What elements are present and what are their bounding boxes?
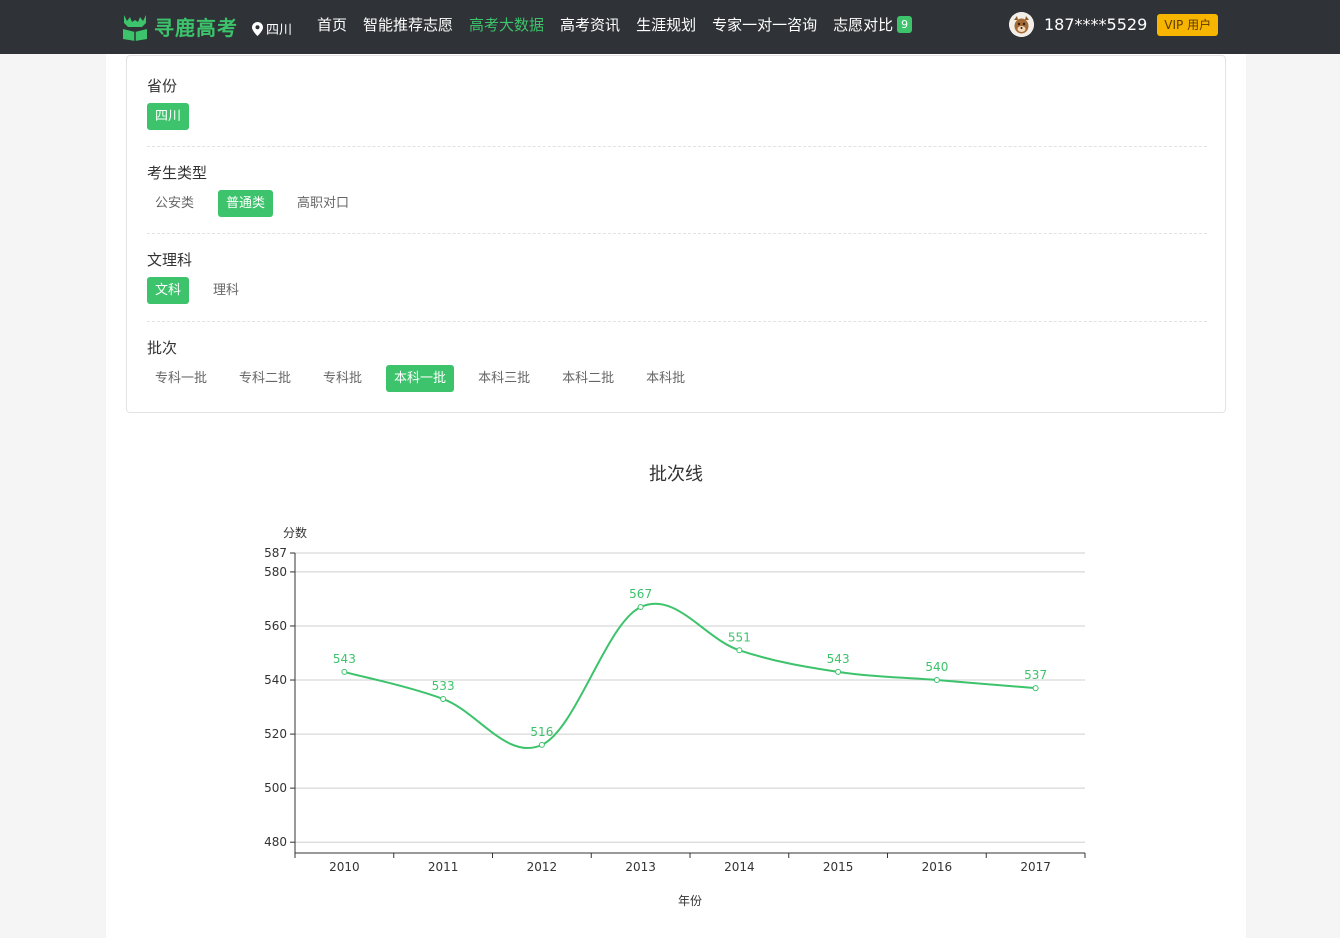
filter-batch: 批次 专科一批 专科二批 专科批 本科一批 本科三批 本科二批 本科批 (147, 338, 1207, 398)
data-label: 543 (827, 652, 850, 666)
x-tick-label: 2015 (823, 860, 854, 874)
filter-title: 文理科 (147, 251, 193, 269)
chart-title: 批次线 (649, 464, 703, 485)
y-tick-label: 560 (264, 619, 287, 633)
data-label: 567 (629, 587, 652, 601)
chip-batch-benke-2[interactable]: 本科二批 (554, 365, 622, 392)
x-tick-label: 2014 (724, 860, 755, 874)
data-point (341, 668, 348, 675)
filter-title: 批次 (147, 339, 178, 357)
nav-big-data[interactable]: 高考大数据 (469, 14, 544, 36)
data-point (440, 695, 447, 702)
chip-police[interactable]: 公安类 (147, 190, 202, 217)
chip-province-sichuan[interactable]: 四川 (147, 103, 190, 130)
chip-vocational[interactable]: 高职对口 (289, 190, 357, 217)
nav-compare-label: 志愿对比 (833, 16, 894, 34)
chip-science[interactable]: 理科 (205, 277, 247, 304)
chip-liberal-arts[interactable]: 文科 (147, 277, 190, 304)
chip-batch-zhuanke[interactable]: 专科批 (315, 365, 370, 392)
x-tick-label: 2011 (428, 860, 459, 874)
user-phone: 187****5529 (1044, 15, 1148, 34)
nav-compare[interactable]: 志愿对比 9 (833, 14, 913, 36)
x-tick-label: 2013 (625, 860, 656, 874)
deer-book-icon (123, 15, 147, 41)
chip-batch-benke-1[interactable]: 本科一批 (386, 365, 455, 392)
data-label: 540 (925, 660, 948, 674)
nav-expert-consult[interactable]: 专家一对一咨询 (712, 14, 817, 36)
data-label: 516 (530, 725, 553, 739)
top-navbar: 寻鹿高考 四川 首页 智能推荐志愿 高考大数据 高考资讯 生涯规划 专家一对一咨… (0, 0, 1340, 54)
series-line (344, 602, 1036, 749)
data-point (736, 647, 743, 654)
filter-province: 省份 四川 (147, 76, 1207, 147)
data-point (835, 668, 842, 675)
y-tick-label: 500 (264, 781, 287, 795)
x-axis-title: 年份 (678, 894, 702, 908)
y-tick-label: 580 (264, 565, 287, 579)
data-label: 551 (728, 630, 751, 644)
chip-batch-zhuanke-1[interactable]: 专科一批 (147, 365, 215, 392)
data-point (538, 741, 545, 748)
data-label: 537 (1024, 668, 1047, 682)
chip-batch-benke[interactable]: 本科批 (638, 365, 693, 392)
x-tick-label: 2016 (922, 860, 953, 874)
map-pin-icon (252, 21, 263, 36)
y-tick-label: 520 (264, 727, 287, 741)
chart-section: 480 500 520 540 560 580 587 2010 2011 2012 2013 201… (106, 452, 1246, 938)
filter-title: 省份 (147, 77, 178, 95)
chip-regular[interactable]: 普通类 (218, 190, 274, 217)
data-point (1032, 685, 1039, 692)
user-avatar[interactable] (1009, 12, 1034, 37)
filter-subject: 文理科 文科 理科 (147, 250, 1207, 322)
x-tick-label: 2017 (1020, 860, 1051, 874)
y-tick-label: 587 (264, 546, 287, 560)
nav-smart-recommend[interactable]: 智能推荐志愿 (363, 14, 453, 36)
y-tick-label: 480 (264, 835, 287, 849)
data-point (637, 604, 644, 611)
compare-count-badge: 9 (897, 16, 913, 33)
nav-career-planning[interactable]: 生涯规划 (636, 14, 696, 36)
brand-logo[interactable]: 寻鹿高考 (120, 10, 238, 42)
location-selector[interactable]: 四川 (252, 19, 292, 38)
filter-panel: 省份 四川 考生类型 公安类 普通类 高职对口 文理科 文科 理科 批次 专科一… (126, 55, 1226, 413)
user-menu[interactable]: 187****5529 VIP 用户 (1009, 12, 1219, 37)
location-label: 四川 (266, 23, 293, 38)
data-point (933, 677, 940, 684)
data-label: 533 (432, 679, 455, 693)
filter-student-type: 考生类型 公安类 普通类 高职对口 (147, 163, 1207, 234)
main-nav: 首页 智能推荐志愿 高考大数据 高考资讯 生涯规划 专家一对一咨询 志愿对比 9 (317, 14, 928, 36)
vip-badge[interactable]: VIP 用户 (1157, 13, 1219, 36)
brand-name: 寻鹿高考 (154, 15, 238, 40)
y-axis-title: 分数 (283, 525, 307, 540)
nav-news[interactable]: 高考资讯 (560, 14, 620, 36)
filter-title: 考生类型 (147, 164, 208, 182)
nav-home[interactable]: 首页 (317, 14, 347, 36)
batch-line-chart: 480 500 520 540 560 580 587 2010 2011 2012 2013 201… (264, 525, 1086, 908)
x-tick-label: 2010 (329, 860, 360, 874)
x-tick-label: 2012 (527, 860, 558, 874)
y-tick-label: 540 (264, 673, 287, 687)
chip-batch-zhuanke-2[interactable]: 专科二批 (231, 365, 299, 392)
chip-batch-benke-3[interactable]: 本科三批 (470, 365, 538, 392)
data-label: 543 (333, 652, 356, 666)
main-content: 省份 四川 考生类型 公安类 普通类 高职对口 文理科 文科 理科 批次 专科一… (106, 54, 1246, 938)
deer-avatar-icon (1009, 12, 1034, 37)
